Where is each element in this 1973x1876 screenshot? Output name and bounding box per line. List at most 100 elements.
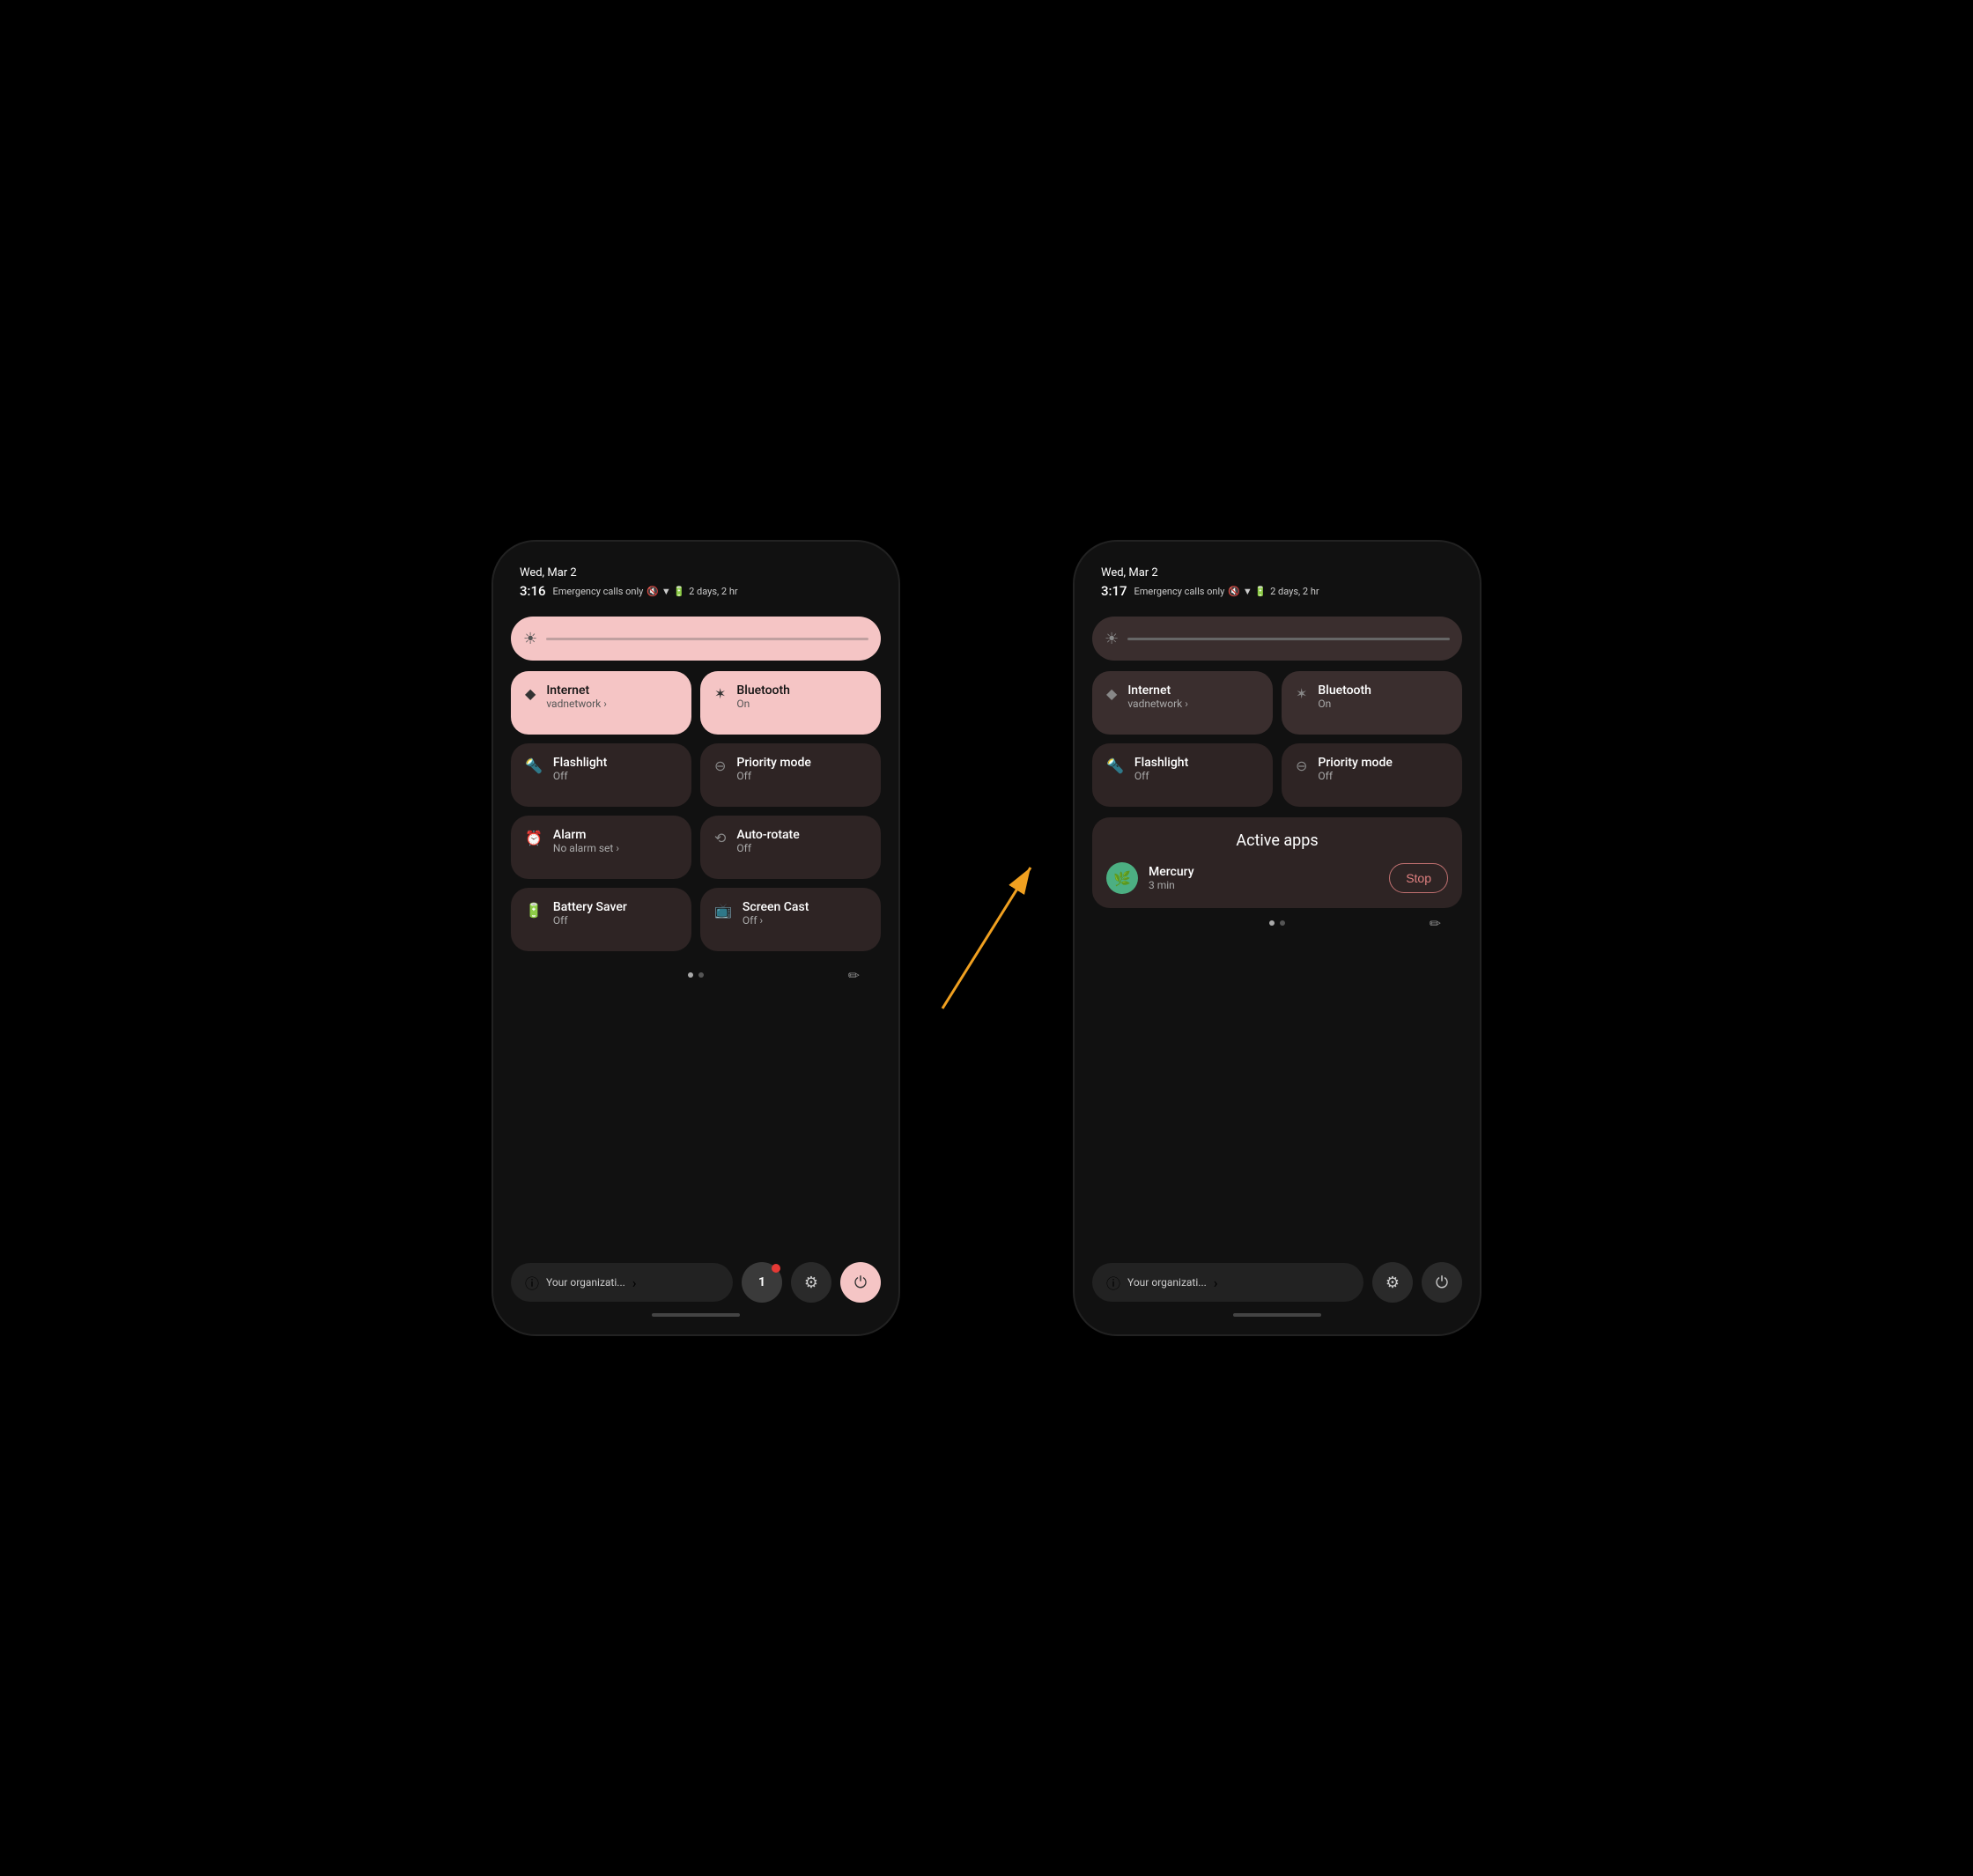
right-home-indicator (1233, 1313, 1321, 1317)
right-flashlight-icon: 🔦 (1106, 757, 1124, 774)
alarm-tile[interactable]: ⏰ Alarm No alarm set › (511, 816, 691, 879)
right-priority-title: Priority mode (1318, 756, 1392, 770)
right-dot-2 (1280, 920, 1285, 926)
internet-tile[interactable]: ◆ Internet vadnetwork › (511, 671, 691, 735)
right-tiles-row2: 🔦 Flashlight Off ⊖ Priority mode Off (1092, 743, 1462, 807)
right-edit-icon[interactable]: ✏ (1430, 915, 1441, 932)
app-time: 3 min (1149, 879, 1378, 891)
left-time-line: 3:16 Emergency calls only 🔇 ▼ 🔋 2 days, … (520, 583, 872, 599)
autorotate-tile[interactable]: ⟲ Auto-rotate Off (700, 816, 881, 879)
internet-icon: ◆ (525, 685, 536, 702)
alarm-sub: No alarm set › (553, 842, 619, 854)
left-settings-btn[interactable]: ⚙ (791, 1262, 831, 1303)
priority-icon: ⊖ (714, 757, 726, 774)
autorotate-content: Auto-rotate Off (736, 828, 799, 854)
priority-title: Priority mode (736, 756, 810, 770)
right-phone: Wed, Mar 2 3:17 Emergency calls only 🔇 ▼… (1075, 542, 1480, 1334)
left-tiles-row2: 🔦 Flashlight Off ⊖ Priority mode Off (511, 743, 881, 807)
right-flashlight-title: Flashlight (1134, 756, 1188, 770)
right-priority-sub: Off (1318, 770, 1392, 782)
right-slider-track (1127, 638, 1450, 640)
flashlight-sub: Off (553, 770, 607, 782)
left-time: 3:16 (520, 583, 546, 599)
left-edit-icon[interactable]: ✏ (848, 967, 860, 984)
autorotate-sub: Off (736, 842, 799, 854)
right-org-chevron: › (1214, 1274, 1218, 1291)
right-org-text: Your organizati... (1127, 1276, 1207, 1289)
stop-button[interactable]: Stop (1389, 863, 1448, 893)
right-bluetooth-title: Bluetooth (1318, 683, 1371, 698)
right-brightness-slider[interactable]: ☀ (1092, 617, 1462, 661)
flashlight-title: Flashlight (553, 756, 607, 770)
brightness-icon: ☀ (523, 630, 537, 648)
flashlight-tile[interactable]: 🔦 Flashlight Off (511, 743, 691, 807)
left-date: Wed, Mar 2 (520, 566, 872, 580)
battery-sub: Off (553, 914, 627, 927)
right-flashlight-content: Flashlight Off (1134, 756, 1188, 782)
active-apps-title: Active apps (1106, 831, 1448, 850)
right-tiles-row1: ◆ Internet vadnetwork › ✶ Bluetooth On (1092, 671, 1462, 735)
left-dot-1 (688, 972, 693, 978)
right-info-icon: ⓘ (1106, 1272, 1120, 1293)
slider-track (546, 638, 868, 640)
notification-badge (772, 1264, 780, 1273)
right-flashlight-tile[interactable]: 🔦 Flashlight Off (1092, 743, 1273, 807)
right-settings-btn[interactable]: ⚙ (1372, 1262, 1413, 1303)
left-dot-2 (698, 972, 704, 978)
flashlight-icon: 🔦 (525, 757, 543, 774)
left-power-btn[interactable]: ⏻ (840, 1262, 881, 1303)
left-tiles-row1: ◆ Internet vadnetwork › ✶ Bluetooth On (511, 671, 881, 735)
bluetooth-sub: On (736, 698, 790, 710)
screencast-tile[interactable]: 📺 Screen Cast Off › (700, 888, 881, 951)
right-priority-content: Priority mode Off (1318, 756, 1392, 782)
right-flashlight-sub: Off (1134, 770, 1188, 782)
autorotate-title: Auto-rotate (736, 828, 799, 842)
battery-title: Battery Saver (553, 900, 627, 914)
org-chevron: › (632, 1274, 637, 1291)
right-dot-1 (1269, 920, 1275, 926)
right-status-bar: Wed, Mar 2 3:17 Emergency calls only 🔇 ▼… (1092, 566, 1462, 599)
right-time: 3:17 (1101, 583, 1127, 599)
right-internet-tile[interactable]: ◆ Internet vadnetwork › (1092, 671, 1273, 735)
right-internet-sub: vadnetwork › (1127, 698, 1188, 710)
left-org-text: Your organizati... (546, 1276, 625, 1289)
right-time-line: 3:17 Emergency calls only 🔇 ▼ 🔋 2 days, … (1101, 583, 1453, 599)
left-org-pill[interactable]: ⓘ Your organizati... › (511, 1263, 733, 1302)
right-priority-icon: ⊖ (1296, 757, 1307, 774)
left-bottom-bar: ⓘ Your organizati... › 1 ⚙ ⏻ (511, 1248, 881, 1303)
right-org-pill[interactable]: ⓘ Your organizati... › (1092, 1263, 1363, 1302)
left-brightness-slider[interactable]: ☀ (511, 617, 881, 661)
settings-icon: ⚙ (804, 1274, 818, 1292)
right-pagination: ✏ (1092, 920, 1462, 926)
battery-content: Battery Saver Off (553, 900, 627, 927)
right-power-icon: ⏻ (1436, 1274, 1448, 1292)
arrow-svg (934, 850, 1039, 1026)
app-name: Mercury (1149, 865, 1378, 879)
left-tiles-row4: 🔋 Battery Saver Off 📺 Screen Cast Off › (511, 888, 881, 951)
priority-sub: Off (736, 770, 810, 782)
left-pagination: ✏ (511, 972, 881, 978)
bluetooth-tile[interactable]: ✶ Bluetooth On (700, 671, 881, 735)
bluetooth-content: Bluetooth On (736, 683, 790, 710)
right-settings-icon: ⚙ (1386, 1274, 1400, 1292)
flashlight-content: Flashlight Off (553, 756, 607, 782)
right-bluetooth-tile[interactable]: ✶ Bluetooth On (1282, 671, 1462, 735)
internet-title: Internet (546, 683, 607, 698)
left-notifications-btn[interactable]: 1 (742, 1262, 782, 1303)
left-status-bar: Wed, Mar 2 3:16 Emergency calls only 🔇 ▼… (511, 566, 881, 599)
left-status-info: Emergency calls only 🔇 ▼ 🔋 2 days, 2 hr (553, 586, 738, 597)
priority-tile[interactable]: ⊖ Priority mode Off (700, 743, 881, 807)
right-priority-tile[interactable]: ⊖ Priority mode Off (1282, 743, 1462, 807)
right-power-btn[interactable]: ⏻ (1422, 1262, 1462, 1303)
alarm-icon: ⏰ (525, 830, 543, 846)
right-date: Wed, Mar 2 (1101, 566, 1453, 580)
arrow-container (934, 850, 1039, 1026)
right-internet-icon: ◆ (1106, 685, 1117, 702)
battery-tile[interactable]: 🔋 Battery Saver Off (511, 888, 691, 951)
active-apps-section: Active apps 🌿 Mercury 3 min Stop (1092, 817, 1462, 908)
left-tiles-row3: ⏰ Alarm No alarm set › ⟲ Auto-rotate Off (511, 816, 881, 879)
bluetooth-icon: ✶ (714, 685, 726, 702)
screencast-icon: 📺 (714, 902, 732, 919)
screencast-title: Screen Cast (743, 900, 809, 914)
info-icon: ⓘ (525, 1272, 539, 1293)
